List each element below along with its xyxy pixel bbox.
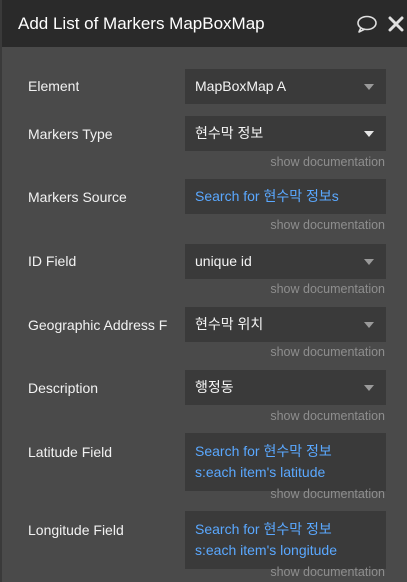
- geographic-address-value: 현수막 위치: [195, 316, 264, 332]
- latitude-doc-link[interactable]: show documentation: [270, 487, 385, 501]
- id-field-label: ID Field: [28, 253, 77, 269]
- longitude-expression-line2: s:each item's longitude: [195, 542, 337, 558]
- description-value: 행정동: [195, 379, 234, 395]
- chevron-down-icon: [364, 131, 374, 137]
- longitude-doc-link[interactable]: show documentation: [270, 565, 385, 579]
- markers-type-doc-link[interactable]: show documentation: [270, 155, 385, 169]
- geographic-address-dropdown[interactable]: 현수막 위치: [185, 307, 386, 342]
- close-icon[interactable]: [388, 16, 404, 37]
- chevron-down-icon: [364, 385, 374, 391]
- chevron-down-icon: [364, 259, 374, 265]
- property-editor-panel: Add List of Markers MapBoxMap Element Ma…: [0, 0, 407, 582]
- element-dropdown[interactable]: MapBoxMap A: [185, 69, 386, 104]
- id-field-dropdown[interactable]: unique id: [185, 244, 386, 279]
- comment-icon[interactable]: [356, 14, 378, 39]
- latitude-field-expression[interactable]: Search for 현수막 정보 s:each item's latitude: [185, 433, 386, 491]
- longitude-expression-line1: Search for 현수막 정보: [195, 521, 332, 537]
- panel-header: Add List of Markers MapBoxMap: [2, 0, 407, 47]
- markers-type-value: 현수막 정보: [195, 125, 264, 141]
- markers-source-doc-link[interactable]: show documentation: [270, 218, 385, 232]
- chevron-down-icon: [364, 322, 374, 328]
- latitude-expression-line2: s:each item's latitude: [195, 464, 326, 480]
- markers-type-dropdown[interactable]: 현수막 정보: [185, 116, 386, 151]
- latitude-field-label: Latitude Field: [28, 444, 113, 460]
- markers-type-label: Markers Type: [28, 126, 113, 142]
- markers-source-field[interactable]: Search for 현수막 정보s: [185, 179, 386, 214]
- description-dropdown[interactable]: 행정동: [185, 370, 386, 405]
- panel-title: Add List of Markers MapBoxMap: [18, 14, 265, 33]
- markers-source-label: Markers Source: [28, 189, 127, 205]
- chevron-down-icon: [364, 84, 374, 90]
- id-field-value: unique id: [195, 253, 252, 269]
- element-value: MapBoxMap A: [195, 78, 287, 94]
- longitude-field-expression[interactable]: Search for 현수막 정보 s:each item's longitud…: [185, 511, 386, 569]
- geographic-address-label: Geographic Address F: [28, 317, 168, 333]
- latitude-expression-line1: Search for 현수막 정보: [195, 443, 332, 459]
- id-field-doc-link[interactable]: show documentation: [270, 282, 385, 296]
- geographic-address-doc-link[interactable]: show documentation: [270, 345, 385, 359]
- description-doc-link[interactable]: show documentation: [270, 409, 385, 423]
- longitude-field-label: Longitude Field: [28, 522, 124, 538]
- description-label: Description: [28, 380, 99, 396]
- element-label: Element: [28, 78, 80, 94]
